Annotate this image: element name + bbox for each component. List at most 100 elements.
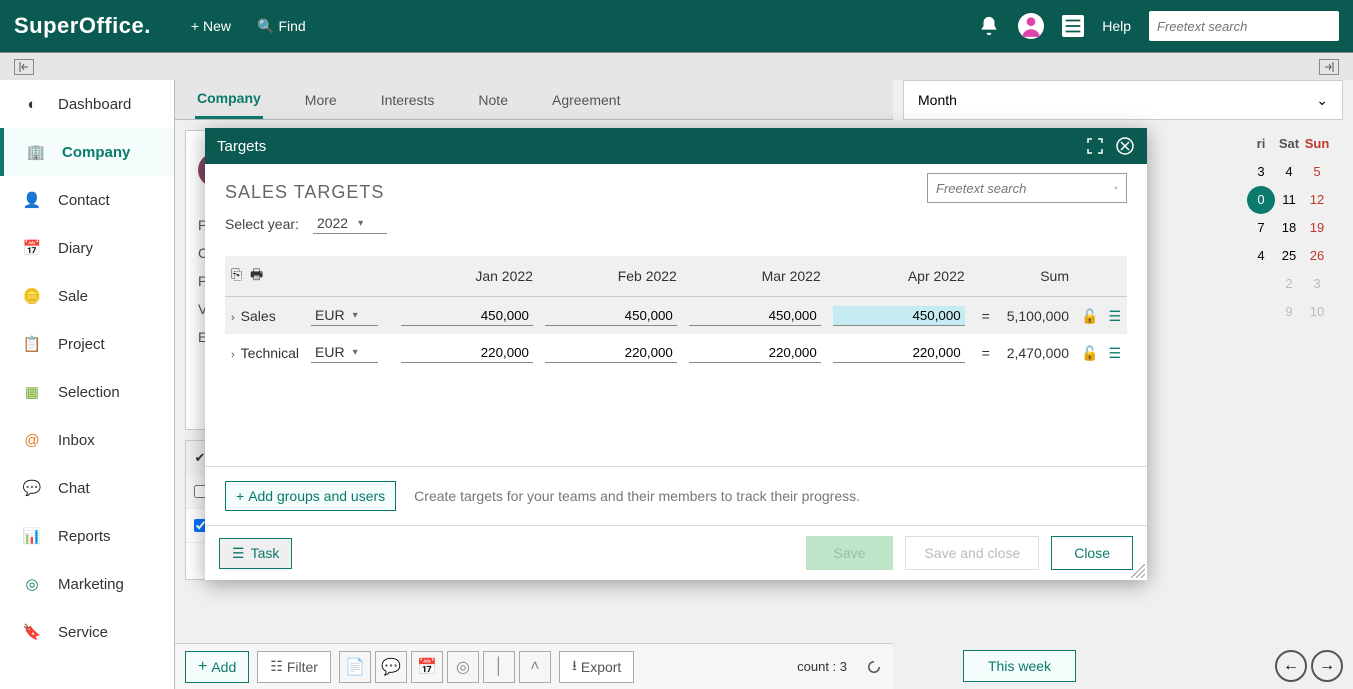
search-icon: 🔍 (257, 18, 274, 35)
help-link[interactable]: Help (1102, 18, 1131, 34)
currency-selector[interactable]: EUR▾ (311, 342, 378, 363)
side-panel-footer: This week ← → (903, 643, 1343, 689)
export-button[interactable]: ⭳Export (559, 651, 634, 683)
value-input[interactable] (401, 343, 533, 363)
value-input[interactable] (833, 306, 965, 326)
tab-interests[interactable]: Interests (379, 82, 437, 118)
value-input[interactable] (545, 306, 677, 326)
dialog-search[interactable] (927, 173, 1127, 203)
print-icon[interactable]: 🖶 (250, 266, 263, 282)
building-icon: 🏢 (24, 140, 48, 164)
save-button[interactable]: Save (806, 536, 894, 570)
ticket-icon: 🔖 (20, 620, 44, 644)
sidebar-item-chat[interactable]: 💬Chat (0, 464, 174, 512)
coin-icon: 🪙 (20, 284, 44, 308)
chevron-down-icon: ⌄ (1316, 92, 1328, 109)
sidebar-item-inbox[interactable]: @Inbox (0, 416, 174, 464)
close-icon[interactable] (1115, 136, 1135, 156)
person-icon: 👤 (20, 188, 44, 212)
year-label: Select year: (225, 216, 299, 232)
header-search[interactable] (1149, 11, 1339, 41)
separator-icon: │ (483, 651, 515, 683)
save-and-close-button[interactable]: Save and close (905, 536, 1039, 570)
year-selector[interactable]: 2022▾ (313, 213, 387, 234)
gauge-icon: ◐ (20, 92, 44, 116)
sidebar-item-contact[interactable]: 👤Contact (0, 176, 174, 224)
currency-selector[interactable]: EUR▾ (311, 305, 378, 326)
add-groups-button[interactable]: +Add groups and users (225, 481, 396, 511)
collapse-left-icon[interactable] (14, 59, 34, 75)
this-week-button[interactable]: This week (963, 650, 1076, 682)
fullscreen-icon[interactable] (1085, 136, 1105, 156)
unlock-icon[interactable]: 🔓 (1081, 308, 1095, 322)
app-logo: SuperOffice. (14, 13, 151, 39)
tab-company[interactable]: Company (195, 80, 263, 119)
target-icon[interactable]: ◎ (447, 651, 479, 683)
add-button[interactable]: +Add (185, 651, 249, 683)
sub-header (0, 52, 1353, 80)
user-avatar[interactable] (1018, 13, 1044, 39)
close-button[interactable]: Close (1051, 536, 1133, 570)
dialog-title: Targets (217, 138, 266, 155)
value-input[interactable] (689, 306, 821, 326)
next-arrow-icon[interactable]: → (1311, 650, 1343, 682)
chevron-up-icon[interactable]: ˄ (519, 651, 551, 683)
sidebar-item-dashboard[interactable]: ◐Dashboard (0, 80, 174, 128)
value-input[interactable] (689, 343, 821, 363)
count-label: count : 3 (797, 659, 847, 674)
doc-icon[interactable]: 📄 (339, 651, 371, 683)
table-row: ›Sales EUR▾ = 5,100,000 🔓 ☰ (225, 297, 1127, 335)
tab-more[interactable]: More (303, 82, 339, 118)
sidebar-item-sale[interactable]: 🪙Sale (0, 272, 174, 320)
search-icon (1114, 178, 1118, 198)
selection-icon: ▦ (20, 380, 44, 404)
targets-dialog: Targets SALES TARGETS Select year: 2022▾… (205, 128, 1147, 580)
download-icon: ⭳ (572, 655, 577, 679)
task-button[interactable]: ☰Task (219, 538, 292, 569)
prev-arrow-icon[interactable]: ← (1275, 650, 1307, 682)
refresh-icon[interactable] (865, 658, 883, 676)
bell-icon[interactable] (978, 15, 1000, 37)
task-icon: ☰ (232, 545, 245, 562)
tab-note[interactable]: Note (476, 82, 510, 118)
value-input[interactable] (545, 343, 677, 363)
collapse-right-icon[interactable] (1319, 59, 1339, 75)
sidebar-item-reports[interactable]: 📊Reports (0, 512, 174, 560)
sidebar-item-company[interactable]: 🏢Company (0, 128, 174, 176)
row-menu-icon[interactable]: ☰ (1107, 308, 1121, 322)
value-input[interactable] (401, 306, 533, 326)
row-menu-icon[interactable]: ☰ (1107, 345, 1121, 359)
expand-icon[interactable]: › (231, 349, 235, 361)
sidebar-item-service[interactable]: 🔖Service (0, 608, 174, 656)
sidebar-item-diary[interactable]: 📅Diary (0, 224, 174, 272)
sidebar-item-marketing[interactable]: ◎Marketing (0, 560, 174, 608)
chat-icon[interactable]: 💬 (375, 651, 407, 683)
month-selector[interactable]: Month ⌄ (903, 80, 1343, 120)
calendar-icon[interactable]: 📅 (411, 651, 443, 683)
sidebar-item-selection[interactable]: ▦Selection (0, 368, 174, 416)
dialog-search-input[interactable] (936, 181, 1114, 196)
header-search-input[interactable] (1157, 19, 1335, 34)
filter-button[interactable]: ☷Filter (257, 651, 331, 683)
dialog-mid: +Add groups and users Create targets for… (205, 466, 1147, 525)
sidebar-item-project[interactable]: 📋Project (0, 320, 174, 368)
plus-icon: + (198, 658, 207, 676)
chat-icon: 💬 (20, 476, 44, 500)
resize-grip-icon[interactable] (1131, 564, 1145, 578)
expand-icon[interactable]: › (231, 312, 235, 324)
main-tabs: Company More Interests Note Agreement (175, 80, 893, 120)
calendar-icon: 📅 (20, 236, 44, 260)
dialog-titlebar: Targets (205, 128, 1147, 164)
copy-icon[interactable]: ⎘ (231, 266, 242, 282)
value-input[interactable] (833, 343, 965, 363)
target-icon: ◎ (20, 572, 44, 596)
new-button[interactable]: +New (191, 18, 231, 34)
chevron-down-icon: ▾ (358, 218, 363, 229)
unlock-icon[interactable]: 🔓 (1081, 345, 1095, 359)
menu-icon[interactable] (1062, 15, 1084, 37)
mini-calendar: ri Sat Sun 345 01112 71819 42526 23 910 (1247, 130, 1331, 326)
find-button[interactable]: 🔍Find (257, 18, 306, 35)
tab-agreement[interactable]: Agreement (550, 82, 622, 118)
targets-table: ⎘ 🖶 Jan 2022 Feb 2022 Mar 2022 Apr 2022 … (225, 256, 1127, 371)
at-icon: @ (20, 428, 44, 452)
